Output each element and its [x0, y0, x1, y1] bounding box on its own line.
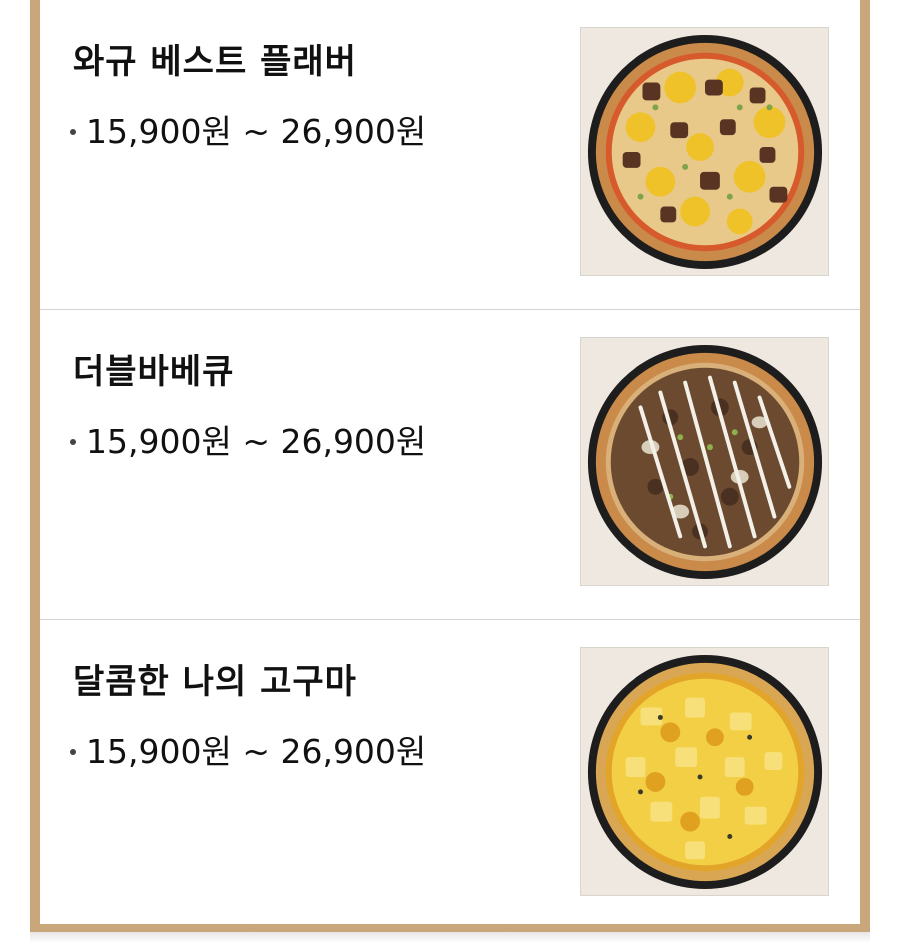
- item-price-text: 15,900원 ~ 26,900원: [86, 112, 427, 151]
- pizza-icon: [581, 648, 828, 895]
- bullet-icon: [70, 129, 76, 135]
- item-title: 더블바베큐: [73, 352, 235, 392]
- pizza-image-double-bbq[interactable]: [580, 337, 829, 586]
- pizza-image-sweet-potato[interactable]: [580, 647, 829, 896]
- menu-item-double-bbq[interactable]: 더블바베큐 15,900원 ~ 26,900원: [40, 310, 860, 620]
- menu-list: 와규 베스트 플래버 15,900원 ~ 26,900원 더블바베큐 15,90…: [40, 0, 860, 924]
- frame-shadow: [30, 932, 870, 943]
- item-price: 15,900원 ~ 26,900원: [70, 730, 426, 774]
- bullet-icon: [70, 749, 76, 755]
- menu-item-wagyu[interactable]: 와규 베스트 플래버 15,900원 ~ 26,900원: [40, 0, 860, 310]
- pizza-image-wagyu[interactable]: [580, 27, 829, 276]
- item-title: 달콤한 나의 고구마: [73, 662, 357, 702]
- item-price-text: 15,900원 ~ 26,900원: [86, 422, 427, 461]
- pizza-icon: [581, 338, 828, 585]
- pizza-icon: [581, 28, 828, 275]
- item-price-text: 15,900원 ~ 26,900원: [86, 732, 427, 771]
- item-price: 15,900원 ~ 26,900원: [70, 420, 426, 464]
- item-price: 15,900원 ~ 26,900원: [70, 110, 426, 154]
- item-title: 와규 베스트 플래버: [73, 42, 357, 82]
- menu-item-sweet-potato[interactable]: 달콤한 나의 고구마 15,900원 ~ 26,900원: [40, 620, 860, 930]
- bullet-icon: [70, 439, 76, 445]
